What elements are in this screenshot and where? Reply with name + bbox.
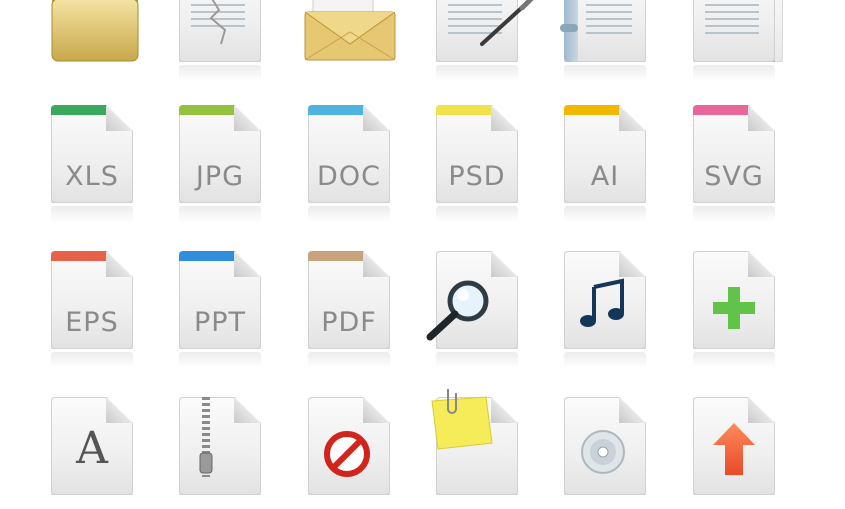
eps-label: EPS xyxy=(65,307,119,338)
psd-label: PSD xyxy=(448,161,506,192)
ai-color-band xyxy=(564,105,620,115)
pdf-color-band xyxy=(308,251,364,261)
plus-icon xyxy=(713,287,755,329)
note-file-icon[interactable] xyxy=(431,389,522,509)
doc-label: DOC xyxy=(317,161,381,192)
stacked-documents-icon[interactable] xyxy=(689,0,783,81)
zipper-icon xyxy=(199,397,213,477)
svg-file-icon[interactable]: SVG xyxy=(689,105,779,222)
audio-file-icon[interactable] xyxy=(560,251,650,368)
xls-label: XLS xyxy=(65,161,119,192)
archive-file-icon[interactable] xyxy=(175,397,265,509)
ppt-color-band xyxy=(179,251,235,261)
disc-icon xyxy=(581,430,625,474)
upload-arrow-icon xyxy=(713,423,755,475)
svg-label: SVG xyxy=(704,161,764,192)
envelope-graphic xyxy=(304,0,396,61)
torn-document-icon[interactable] xyxy=(175,0,265,81)
ai-file-icon[interactable]: AI xyxy=(560,105,650,222)
add-file-icon[interactable] xyxy=(689,251,779,368)
svg-color-band xyxy=(693,105,749,115)
doc-file-icon[interactable]: DOC xyxy=(304,105,394,222)
psd-file-icon[interactable]: PSD xyxy=(432,105,522,222)
disc-file-icon[interactable] xyxy=(560,397,650,509)
folder-icon[interactable] xyxy=(46,0,139,67)
blocked-file-icon[interactable] xyxy=(304,397,394,509)
bound-document-icon[interactable] xyxy=(560,0,650,81)
sticky-note-icon xyxy=(431,389,493,450)
eps-color-band xyxy=(51,251,107,261)
envelope-icon[interactable] xyxy=(303,0,396,76)
ai-label: AI xyxy=(590,161,620,192)
music-note-icon xyxy=(580,278,624,327)
doc-color-band xyxy=(308,105,364,115)
pdf-file-icon[interactable]: PDF xyxy=(304,251,394,368)
folder-graphic xyxy=(51,0,139,62)
jpg-label: JPG xyxy=(195,161,245,192)
tear-mark xyxy=(209,0,227,45)
xls-color-band xyxy=(51,105,107,115)
font-letter-icon: A xyxy=(76,423,108,474)
ppt-label: PPT xyxy=(193,307,247,338)
psd-color-band xyxy=(436,105,492,115)
pdf-label: PDF xyxy=(321,307,377,338)
forbidden-icon xyxy=(324,431,370,477)
eps-file-icon[interactable]: EPS xyxy=(47,251,137,368)
pen-icon xyxy=(480,0,534,46)
font-file-icon[interactable]: A xyxy=(47,397,137,509)
jpg-file-icon[interactable]: JPG xyxy=(175,105,265,222)
xls-file-icon[interactable]: XLS xyxy=(47,105,137,222)
search-file-icon[interactable] xyxy=(426,251,522,368)
jpg-color-band xyxy=(179,105,235,115)
pen-document-icon[interactable] xyxy=(432,0,534,81)
upload-file-icon[interactable] xyxy=(689,397,779,509)
ppt-file-icon[interactable]: PPT xyxy=(175,251,265,368)
magnifier-icon xyxy=(426,280,489,341)
